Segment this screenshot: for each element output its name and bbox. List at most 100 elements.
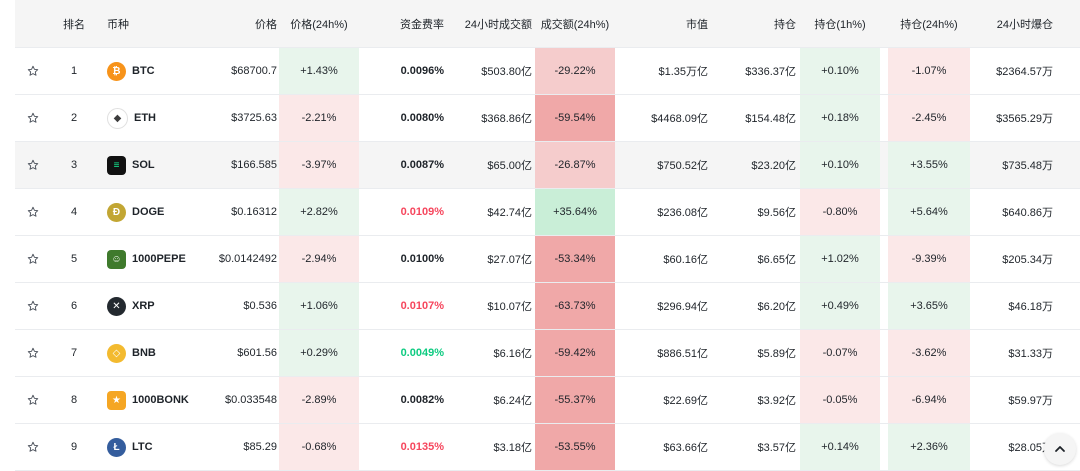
- favorite-star-icon[interactable]: [15, 283, 51, 329]
- funding-rate-cell: 0.0087%: [359, 142, 444, 188]
- favorite-star-icon[interactable]: [15, 330, 51, 376]
- coin-cell[interactable]: ◇BNB: [107, 330, 217, 376]
- price-change-cell: +1.43%: [279, 48, 359, 94]
- liquidations-24h-cell: $205.34万: [970, 236, 1053, 282]
- volume-change-cell: -53.55%: [535, 424, 615, 470]
- volume-24h-cell: $65.00亿: [444, 142, 532, 188]
- open-interest-cell: $9.56亿: [708, 189, 796, 235]
- oi-24h-cell: -9.39%: [888, 236, 970, 282]
- coin-cell[interactable]: ≡ SOL: [107, 142, 217, 188]
- funding-rate-cell: 0.0107%: [359, 283, 444, 329]
- bnb-icon: ◇: [107, 344, 126, 363]
- favorite-star-icon[interactable]: [15, 377, 51, 423]
- header-volume-change[interactable]: 成交额(24h%): [535, 0, 615, 47]
- header-oi-1h[interactable]: 持仓(1h%): [800, 0, 880, 47]
- volume-24h-cell: $42.74亿: [444, 189, 532, 235]
- header-price[interactable]: 价格: [217, 0, 277, 47]
- header-volume-24h[interactable]: 24小时成交额: [444, 0, 532, 47]
- futures-market-table: 排名 币种 价格 价格(24h%) 资金费率 24小时成交额 成交额(24h%)…: [0, 0, 1080, 471]
- price-cell: $3725.63: [217, 95, 277, 141]
- liquidations-24h-cell: $735.48万: [970, 142, 1053, 188]
- coin-cell[interactable]: ☺1000PEPE: [107, 236, 217, 282]
- coin-cell[interactable]: ◆ETH: [107, 95, 217, 141]
- liquidations-24h-cell: $59.97万: [970, 377, 1053, 423]
- favorite-star-icon[interactable]: [15, 142, 51, 188]
- price-change-cell: -0.68%: [279, 424, 359, 470]
- header-rank[interactable]: 排名: [51, 0, 97, 47]
- volume-24h-cell: $10.07亿: [444, 283, 532, 329]
- volume-24h-cell: $368.86亿: [444, 95, 532, 141]
- volume-change-cell: -29.22%: [535, 48, 615, 94]
- market-cap-cell: $22.69亿: [615, 377, 708, 423]
- coin-symbol: SOL: [132, 159, 155, 171]
- header-open-interest[interactable]: 持仓: [708, 0, 796, 47]
- coin-cell[interactable]: ÐDOGE: [107, 189, 217, 235]
- table-row[interactable]: 5☺1000PEPE$0.0142492-2.94%0.0100%$27.07亿…: [15, 236, 1080, 283]
- rank-cell: 4: [51, 189, 97, 235]
- header-price-change[interactable]: 价格(24h%): [279, 0, 359, 47]
- rank-cell: 8: [51, 377, 97, 423]
- price-cell: $0.16312: [217, 189, 277, 235]
- oi-1h-cell: -0.05%: [800, 377, 880, 423]
- oi-1h-cell: +0.10%: [800, 142, 880, 188]
- coin-symbol: LTC: [132, 441, 153, 453]
- liquidations-24h-cell: $640.86万: [970, 189, 1053, 235]
- table-row[interactable]: 1₿BTC$68700.7+1.43%0.0096%$503.80亿-29.22…: [15, 48, 1080, 95]
- volume-24h-cell: $6.24亿: [444, 377, 532, 423]
- oi-24h-cell: +5.64%: [888, 189, 970, 235]
- rank-cell: 3: [51, 142, 97, 188]
- liquidations-24h-cell: $3565.29万: [970, 95, 1053, 141]
- coin-symbol: DOGE: [132, 206, 164, 218]
- favorite-star-icon[interactable]: [15, 236, 51, 282]
- oi-1h-cell: +0.10%: [800, 48, 880, 94]
- ltc-icon: Ł: [107, 438, 126, 457]
- oi-1h-cell: +0.14%: [800, 424, 880, 470]
- coin-cell[interactable]: ★1000BONK: [107, 377, 217, 423]
- coin-cell[interactable]: ✕XRP: [107, 283, 217, 329]
- volume-change-cell: -59.54%: [535, 95, 615, 141]
- volume-24h-cell: $503.80亿: [444, 48, 532, 94]
- oi-24h-cell: -1.07%: [888, 48, 970, 94]
- header-market-cap[interactable]: 市值: [615, 0, 708, 47]
- table-row[interactable]: 6✕XRP$0.536+1.06%0.0107%$10.07亿-63.73%$2…: [15, 283, 1080, 330]
- market-cap-cell: $1.35万亿: [615, 48, 708, 94]
- volume-change-cell: -55.37%: [535, 377, 615, 423]
- table-row[interactable]: 7◇BNB$601.56+0.29%0.0049%$6.16亿-59.42%$8…: [15, 330, 1080, 377]
- coin-cell[interactable]: ₿BTC: [107, 48, 217, 94]
- liquidations-24h-cell: $46.18万: [970, 283, 1053, 329]
- table-row[interactable]: 2◆ETH$3725.63-2.21%0.0080%$368.86亿-59.54…: [15, 95, 1080, 142]
- liquidations-24h-cell: $2364.57万: [970, 48, 1053, 94]
- price-change-cell: +2.82%: [279, 189, 359, 235]
- rank-cell: 7: [51, 330, 97, 376]
- table-row[interactable]: 3≡SOL$166.585-3.97%0.0087%$65.00亿-26.87%…: [15, 142, 1080, 189]
- table-header: 排名 币种 价格 价格(24h%) 资金费率 24小时成交额 成交额(24h%)…: [15, 0, 1080, 48]
- coin-symbol: 1000PEPE: [132, 253, 186, 265]
- coin-cell[interactable]: Ł LTC: [107, 424, 217, 470]
- table-row[interactable]: 9ŁLTC$85.29-0.68%0.0135%$3.18亿-53.55%$63…: [15, 424, 1080, 471]
- volume-24h-cell: $27.07亿: [444, 236, 532, 282]
- market-cap-cell: $236.08亿: [615, 189, 708, 235]
- funding-rate-cell: 0.0080%: [359, 95, 444, 141]
- table-row[interactable]: 8★1000BONK$0.033548-2.89%0.0082%$6.24亿-5…: [15, 377, 1080, 424]
- oi-1h-cell: +1.02%: [800, 236, 880, 282]
- btc-icon: ₿: [107, 62, 126, 81]
- oi-1h-cell: -0.80%: [800, 189, 880, 235]
- market-cap-cell: $886.51亿: [615, 330, 708, 376]
- header-oi-24h[interactable]: 持仓(24h%): [888, 0, 970, 47]
- header-funding-rate[interactable]: 资金费率: [359, 0, 444, 47]
- table-row[interactable]: 4ÐDOGE$0.16312+2.82%0.0109%$42.74亿+35.64…: [15, 189, 1080, 236]
- market-cap-cell: $60.16亿: [615, 236, 708, 282]
- price-cell: $166.585: [217, 142, 277, 188]
- open-interest-cell: $336.37亿: [708, 48, 796, 94]
- price-change-cell: +1.06%: [279, 283, 359, 329]
- favorite-star-icon[interactable]: [15, 95, 51, 141]
- header-coin[interactable]: 币种: [107, 0, 217, 47]
- rank-cell: 9: [51, 424, 97, 470]
- header-liquidations-24h[interactable]: 24小时爆仓: [970, 0, 1053, 47]
- favorite-star-icon[interactable]: [15, 48, 51, 94]
- favorite-star-icon[interactable]: [15, 424, 51, 470]
- chevron-up-icon[interactable]: [1044, 433, 1076, 465]
- favorite-star-icon[interactable]: [15, 189, 51, 235]
- price-change-cell: -2.89%: [279, 377, 359, 423]
- sol-icon: ≡: [107, 156, 126, 175]
